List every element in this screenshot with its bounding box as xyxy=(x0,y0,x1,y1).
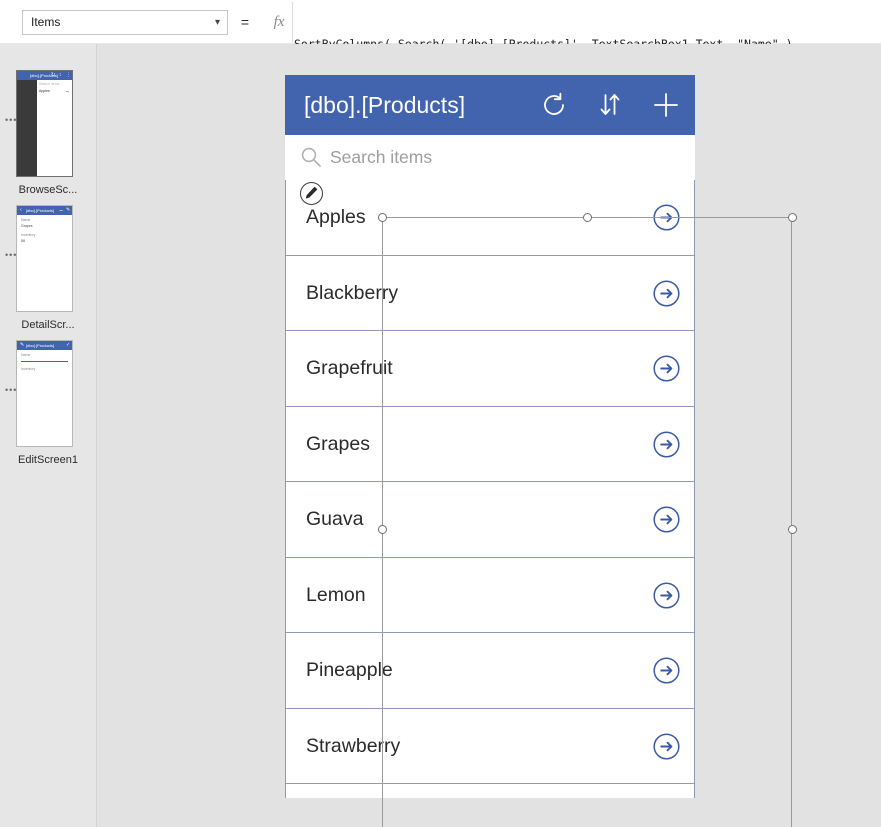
thumbnail-frame[interactable]: [dbo].[Products] ↻ ↕ ⋮ Search items Appl… xyxy=(16,70,73,177)
thumbnail-search-text: Search items xyxy=(39,82,60,86)
app-screen-browsescreen: [dbo].[Products] Search items Apples Bla… xyxy=(285,75,695,798)
gallery-row-label: Grapes xyxy=(306,432,370,455)
resize-handle-middle-right[interactable] xyxy=(788,525,797,534)
property-dropdown[interactable]: Items ▾ xyxy=(22,10,228,35)
thumbnail-sort-icon: ↕ xyxy=(59,72,62,78)
thumbnail-field-label: Name xyxy=(21,218,31,222)
gallery-row-label: Guava xyxy=(306,508,364,530)
pencil-icon[interactable] xyxy=(300,182,323,205)
arrow-right-circle-icon[interactable] xyxy=(653,506,680,533)
arrow-right-circle-icon[interactable] xyxy=(653,581,680,609)
thumbnail-shade xyxy=(17,71,37,176)
gallery-row[interactable]: Strawberry xyxy=(286,708,694,784)
thumbnail-app-header: [dbo].[Products] ↻ ↕ ⋮ xyxy=(17,71,72,80)
gallery-row[interactable]: Pineapple xyxy=(286,633,694,709)
gallery-row[interactable]: Lemon xyxy=(286,557,694,633)
arrow-right-circle-icon[interactable] xyxy=(653,355,680,382)
formula-bar: Items ▾ = fx SortByColumns( Search( '[db… xyxy=(0,0,881,93)
thumbnail-field-value: 58 xyxy=(21,239,25,243)
thumbnail-field-label: Inventory xyxy=(21,233,36,237)
thumbnail-header-title: [dbo].[Products] xyxy=(26,207,55,213)
resize-handle-top-center[interactable] xyxy=(583,213,592,222)
gallery-row[interactable]: Grapes xyxy=(286,406,694,482)
gallery-row-label: Blackberry xyxy=(306,281,399,304)
powerapps-studio-window: Items ▾ = fx SortByColumns( Search( '[db… xyxy=(0,0,881,827)
thumbnail-refresh-icon: ↻ xyxy=(51,72,56,78)
resize-handle-middle-left[interactable] xyxy=(378,525,387,534)
thumbnail-row-text: Apples xyxy=(39,89,50,93)
gallery-row[interactable]: Guava xyxy=(286,482,694,558)
gallery-row-label: Pineapple xyxy=(306,659,393,681)
screen-thumbnail-label: EditScreen1 xyxy=(18,454,78,466)
screen-thumbnail-label: BrowseSc... xyxy=(18,184,78,196)
thumbnail-frame[interactable]: ✎ [dbo].[Products] ✓ Name Inventory xyxy=(16,340,73,447)
arrow-right-circle-icon[interactable] xyxy=(653,732,680,760)
thumbnail-field-underline xyxy=(21,361,68,362)
app-header-bar: [dbo].[Products] xyxy=(285,75,695,135)
gallery-row[interactable]: Blackberry xyxy=(286,255,694,331)
gallery-row-label: Strawberry xyxy=(306,734,401,757)
fx-icon: fx xyxy=(266,2,293,42)
thumbnail-app-header: ✎ [dbo].[Products] ✓ xyxy=(17,341,72,350)
thumbnail-edit-icon: ✎ xyxy=(66,207,71,213)
thumbnail-field-label: Inventory xyxy=(21,367,36,371)
screen-thumbnail-pane: ••• [dbo].[Products] ↻ ↕ ⋮ Search items … xyxy=(0,44,97,827)
thumbnail-check-icon: ✓ xyxy=(66,342,71,348)
thumbnail-field-label: Name xyxy=(21,353,31,357)
equals-label: = xyxy=(240,14,250,30)
search-icon xyxy=(300,146,322,168)
arrow-right-circle-icon[interactable] xyxy=(653,204,680,231)
thumbnail-add-icon: ⋮ xyxy=(66,72,71,78)
items-gallery[interactable]: Apples Blackberry Grapefruit Grapes Guava Lem… xyxy=(285,180,695,798)
arrow-right-circle-icon[interactable] xyxy=(653,430,680,458)
refresh-icon[interactable] xyxy=(537,88,571,122)
screen-thumbnail-label: DetailScr... xyxy=(21,319,75,331)
gallery-row-label: Grapefruit xyxy=(306,357,393,379)
thumbnail-edit-icon: ✎ xyxy=(20,342,25,348)
thumbnail-back-icon: ‹ xyxy=(20,207,22,213)
gallery-row[interactable]: Apples xyxy=(286,180,694,256)
sort-icon[interactable] xyxy=(593,88,627,122)
thumbnail-app-header: ‹ [dbo].[Products] ⚊ ✎ xyxy=(17,206,72,215)
gallery-row[interactable]: Grapefruit xyxy=(286,331,694,407)
search-input-placeholder: Search items xyxy=(330,147,433,167)
formula-input[interactable]: fx SortByColumns( Search( '[dbo].[Produc… xyxy=(260,2,879,93)
arrow-right-circle-icon[interactable] xyxy=(653,279,680,307)
app-header-title: [dbo].[Products] xyxy=(304,92,466,118)
add-icon[interactable] xyxy=(649,88,683,122)
thumbnail-header-title: [dbo].[Products] xyxy=(26,342,55,348)
chevron-down-icon: ▾ xyxy=(214,17,220,28)
thumbnail-frame[interactable]: ‹ [dbo].[Products] ⚊ ✎ Name Grapes Inven… xyxy=(16,205,73,312)
resize-handle-top-right[interactable] xyxy=(788,213,797,222)
resize-handle-top-left[interactable] xyxy=(378,213,387,222)
property-dropdown-value: Items xyxy=(31,15,61,29)
design-canvas: [dbo].[Products] Search items Apples Bla… xyxy=(97,44,881,827)
search-bar[interactable]: Search items xyxy=(285,135,695,180)
thumbnail-row-arrow-icon: ➞ xyxy=(65,89,69,94)
gallery-row-label: Lemon xyxy=(306,583,366,606)
thumbnail-field-value: Grapes xyxy=(21,224,33,228)
thumbnail-delete-icon: ⚊ xyxy=(59,207,64,213)
arrow-right-circle-icon[interactable] xyxy=(653,657,680,684)
